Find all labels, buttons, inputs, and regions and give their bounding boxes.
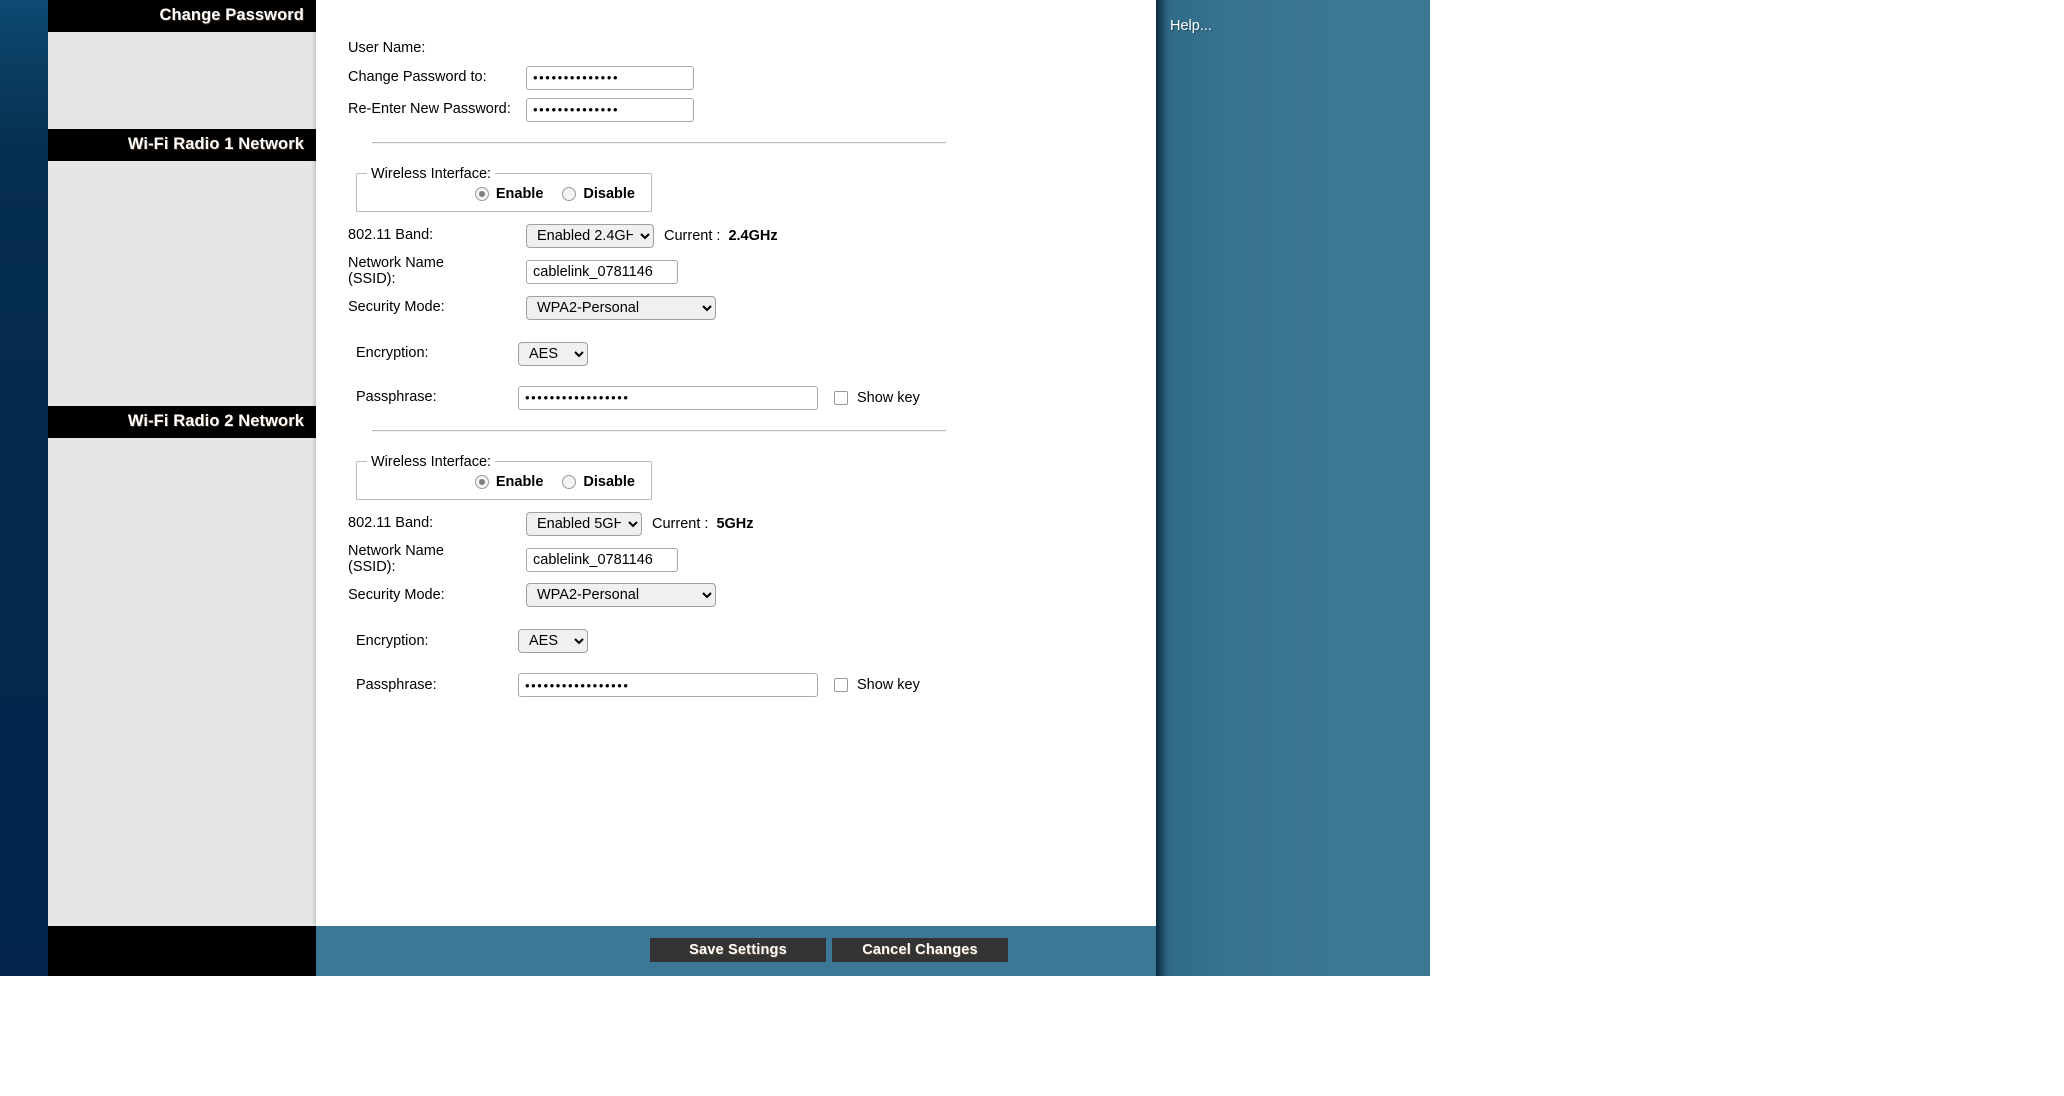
- radio2-band-select[interactable]: Enabled 5GHz: [526, 511, 642, 536]
- radio2-fieldset-legend: Wireless Interface:: [371, 453, 492, 470]
- help-link[interactable]: Help...: [1156, 0, 1212, 34]
- content-footer: Save Settings Cancel Changes: [316, 926, 1156, 976]
- radio1-disable-label: Disable: [583, 185, 635, 202]
- radio1-spacer: [348, 328, 1128, 342]
- radio2-band-row: 802.11 Band: Enabled 5GHz Current : 5GHz: [348, 511, 1128, 536]
- radio1-band-label: 802.11 Band:: [348, 226, 434, 243]
- radio2-show-key-checkbox[interactable]: [834, 678, 848, 693]
- radio1-current-value: 2.4GHz: [728, 227, 778, 244]
- radio2-passphrase-row: Passphrase: Show key: [348, 673, 1128, 698]
- radio2-passphrase-field[interactable]: [518, 673, 818, 698]
- router-admin-page: Change Password Wi-Fi Radio 1 Network Wi…: [0, 0, 1430, 976]
- radio2-current-label: Current :: [652, 515, 709, 532]
- radio2-ssid-field[interactable]: [526, 547, 678, 572]
- sidebar-section-change-password: Change Password: [48, 0, 316, 32]
- radio1-security-row: Security Mode: WPA2-Personal: [348, 295, 1128, 320]
- radio1-interface-radio-group: Enable Disable: [367, 182, 641, 202]
- sidebar-footer: [48, 926, 316, 976]
- radio2-current-block: Current : 5GHz: [652, 516, 754, 532]
- radio1-wireless-interface-fieldset: Wireless Interface: Enable Disable: [356, 165, 652, 212]
- radio1-encryption-row: Encryption: AES: [348, 341, 1128, 366]
- cancel-changes-button[interactable]: Cancel Changes: [832, 938, 1008, 962]
- user-name-row: User Name:: [348, 40, 1128, 58]
- radio1-fieldset-legend: Wireless Interface:: [371, 165, 492, 182]
- radio2-show-key-label: Show key: [857, 677, 920, 694]
- radio2-ssid-label-line1: Network Name: [348, 542, 444, 559]
- radio1-ssid-label-line1: Network Name: [348, 254, 444, 271]
- main-content-panel: User Name: Change Password to: Re-Enter …: [316, 0, 1156, 926]
- save-settings-button[interactable]: Save Settings: [650, 938, 826, 962]
- radio2-passphrase-label: Passphrase:: [356, 676, 437, 693]
- radio2-current-value: 5GHz: [716, 515, 754, 532]
- radio2-interface-radio-group: Enable Disable: [367, 470, 641, 490]
- radio2-band-label: 802.11 Band:: [348, 514, 434, 531]
- radio2-disable-radio[interactable]: [562, 474, 577, 489]
- reenter-password-label: Re-Enter New Password:: [348, 100, 511, 117]
- radio1-passphrase-row: Passphrase: Show key: [348, 385, 1128, 410]
- page-left-gutter: [0, 0, 48, 976]
- help-panel: Help...: [1156, 0, 1342, 976]
- radio2-gap: [348, 661, 1128, 673]
- sidebar: Change Password Wi-Fi Radio 1 Network Wi…: [48, 0, 316, 926]
- radio1-ssid-label-line2: (SSID):: [348, 270, 396, 287]
- radio2-encryption-row: Encryption: AES: [348, 629, 1128, 654]
- radio1-enable-label: Enable: [495, 185, 544, 202]
- radio2-wireless-interface-fieldset: Wireless Interface: Enable Disable: [356, 453, 652, 500]
- reenter-password-field[interactable]: [526, 97, 694, 122]
- radio2-encryption-select[interactable]: AES: [518, 629, 588, 654]
- radio1-band-row: 802.11 Band: Enabled 2.4GHz Current : 2.…: [348, 223, 1128, 248]
- radio1-enable-radio[interactable]: [474, 186, 489, 201]
- radio1-ssid-field[interactable]: [526, 259, 678, 284]
- radio2-security-select[interactable]: WPA2-Personal: [526, 583, 716, 608]
- user-name-label: User Name:: [348, 40, 426, 56]
- radio2-disable-label: Disable: [583, 473, 635, 490]
- radio1-encryption-select[interactable]: AES: [518, 341, 588, 366]
- radio2-enable-label: Enable: [495, 473, 544, 490]
- radio1-current-block: Current : 2.4GHz: [664, 228, 778, 244]
- radio2-security-row: Security Mode: WPA2-Personal: [348, 583, 1128, 608]
- sidebar-section-wifi-radio-1: Wi-Fi Radio 1 Network: [48, 129, 316, 161]
- radio1-passphrase-field[interactable]: [518, 385, 818, 410]
- radio1-show-key-label: Show key: [857, 389, 920, 406]
- change-password-field[interactable]: [526, 65, 694, 90]
- radio1-encryption-label: Encryption:: [356, 344, 429, 361]
- radio1-band-select[interactable]: Enabled 2.4GHz: [526, 223, 654, 248]
- radio1-security-label: Security Mode:: [348, 298, 445, 315]
- section-divider-2: [372, 429, 946, 432]
- radio1-show-key-checkbox[interactable]: [834, 390, 848, 405]
- radio2-ssid-label: Network Name (SSID):: [348, 542, 526, 576]
- page-right-gutter: [1342, 0, 1430, 976]
- radio2-security-label: Security Mode:: [348, 586, 445, 603]
- change-password-row: Change Password to:: [348, 65, 1128, 90]
- sidebar-section-wifi-radio-2: Wi-Fi Radio 2 Network: [48, 406, 316, 438]
- radio2-ssid-row: Network Name (SSID):: [348, 542, 1128, 576]
- radio2-enable-radio[interactable]: [474, 474, 489, 489]
- reenter-password-row: Re-Enter New Password:: [348, 97, 1128, 122]
- radio1-security-select[interactable]: WPA2-Personal: [526, 295, 716, 320]
- sidebar-body-wifi-radio-2: [48, 438, 316, 739]
- radio1-current-label: Current :: [664, 227, 721, 244]
- radio1-disable-radio[interactable]: [562, 186, 577, 201]
- sidebar-body-change-password: [48, 32, 316, 129]
- radio1-ssid-row: Network Name (SSID):: [348, 254, 1128, 288]
- radio2-ssid-label-line2: (SSID):: [348, 558, 396, 575]
- radio1-ssid-label: Network Name (SSID):: [348, 254, 526, 288]
- change-password-label: Change Password to:: [348, 68, 487, 85]
- radio1-gap: [348, 374, 1128, 386]
- radio2-encryption-label: Encryption:: [356, 632, 429, 649]
- section-divider-1: [372, 141, 946, 144]
- radio2-spacer: [348, 615, 1128, 629]
- sidebar-body-wifi-radio-1: [48, 161, 316, 406]
- radio1-passphrase-label: Passphrase:: [356, 388, 437, 405]
